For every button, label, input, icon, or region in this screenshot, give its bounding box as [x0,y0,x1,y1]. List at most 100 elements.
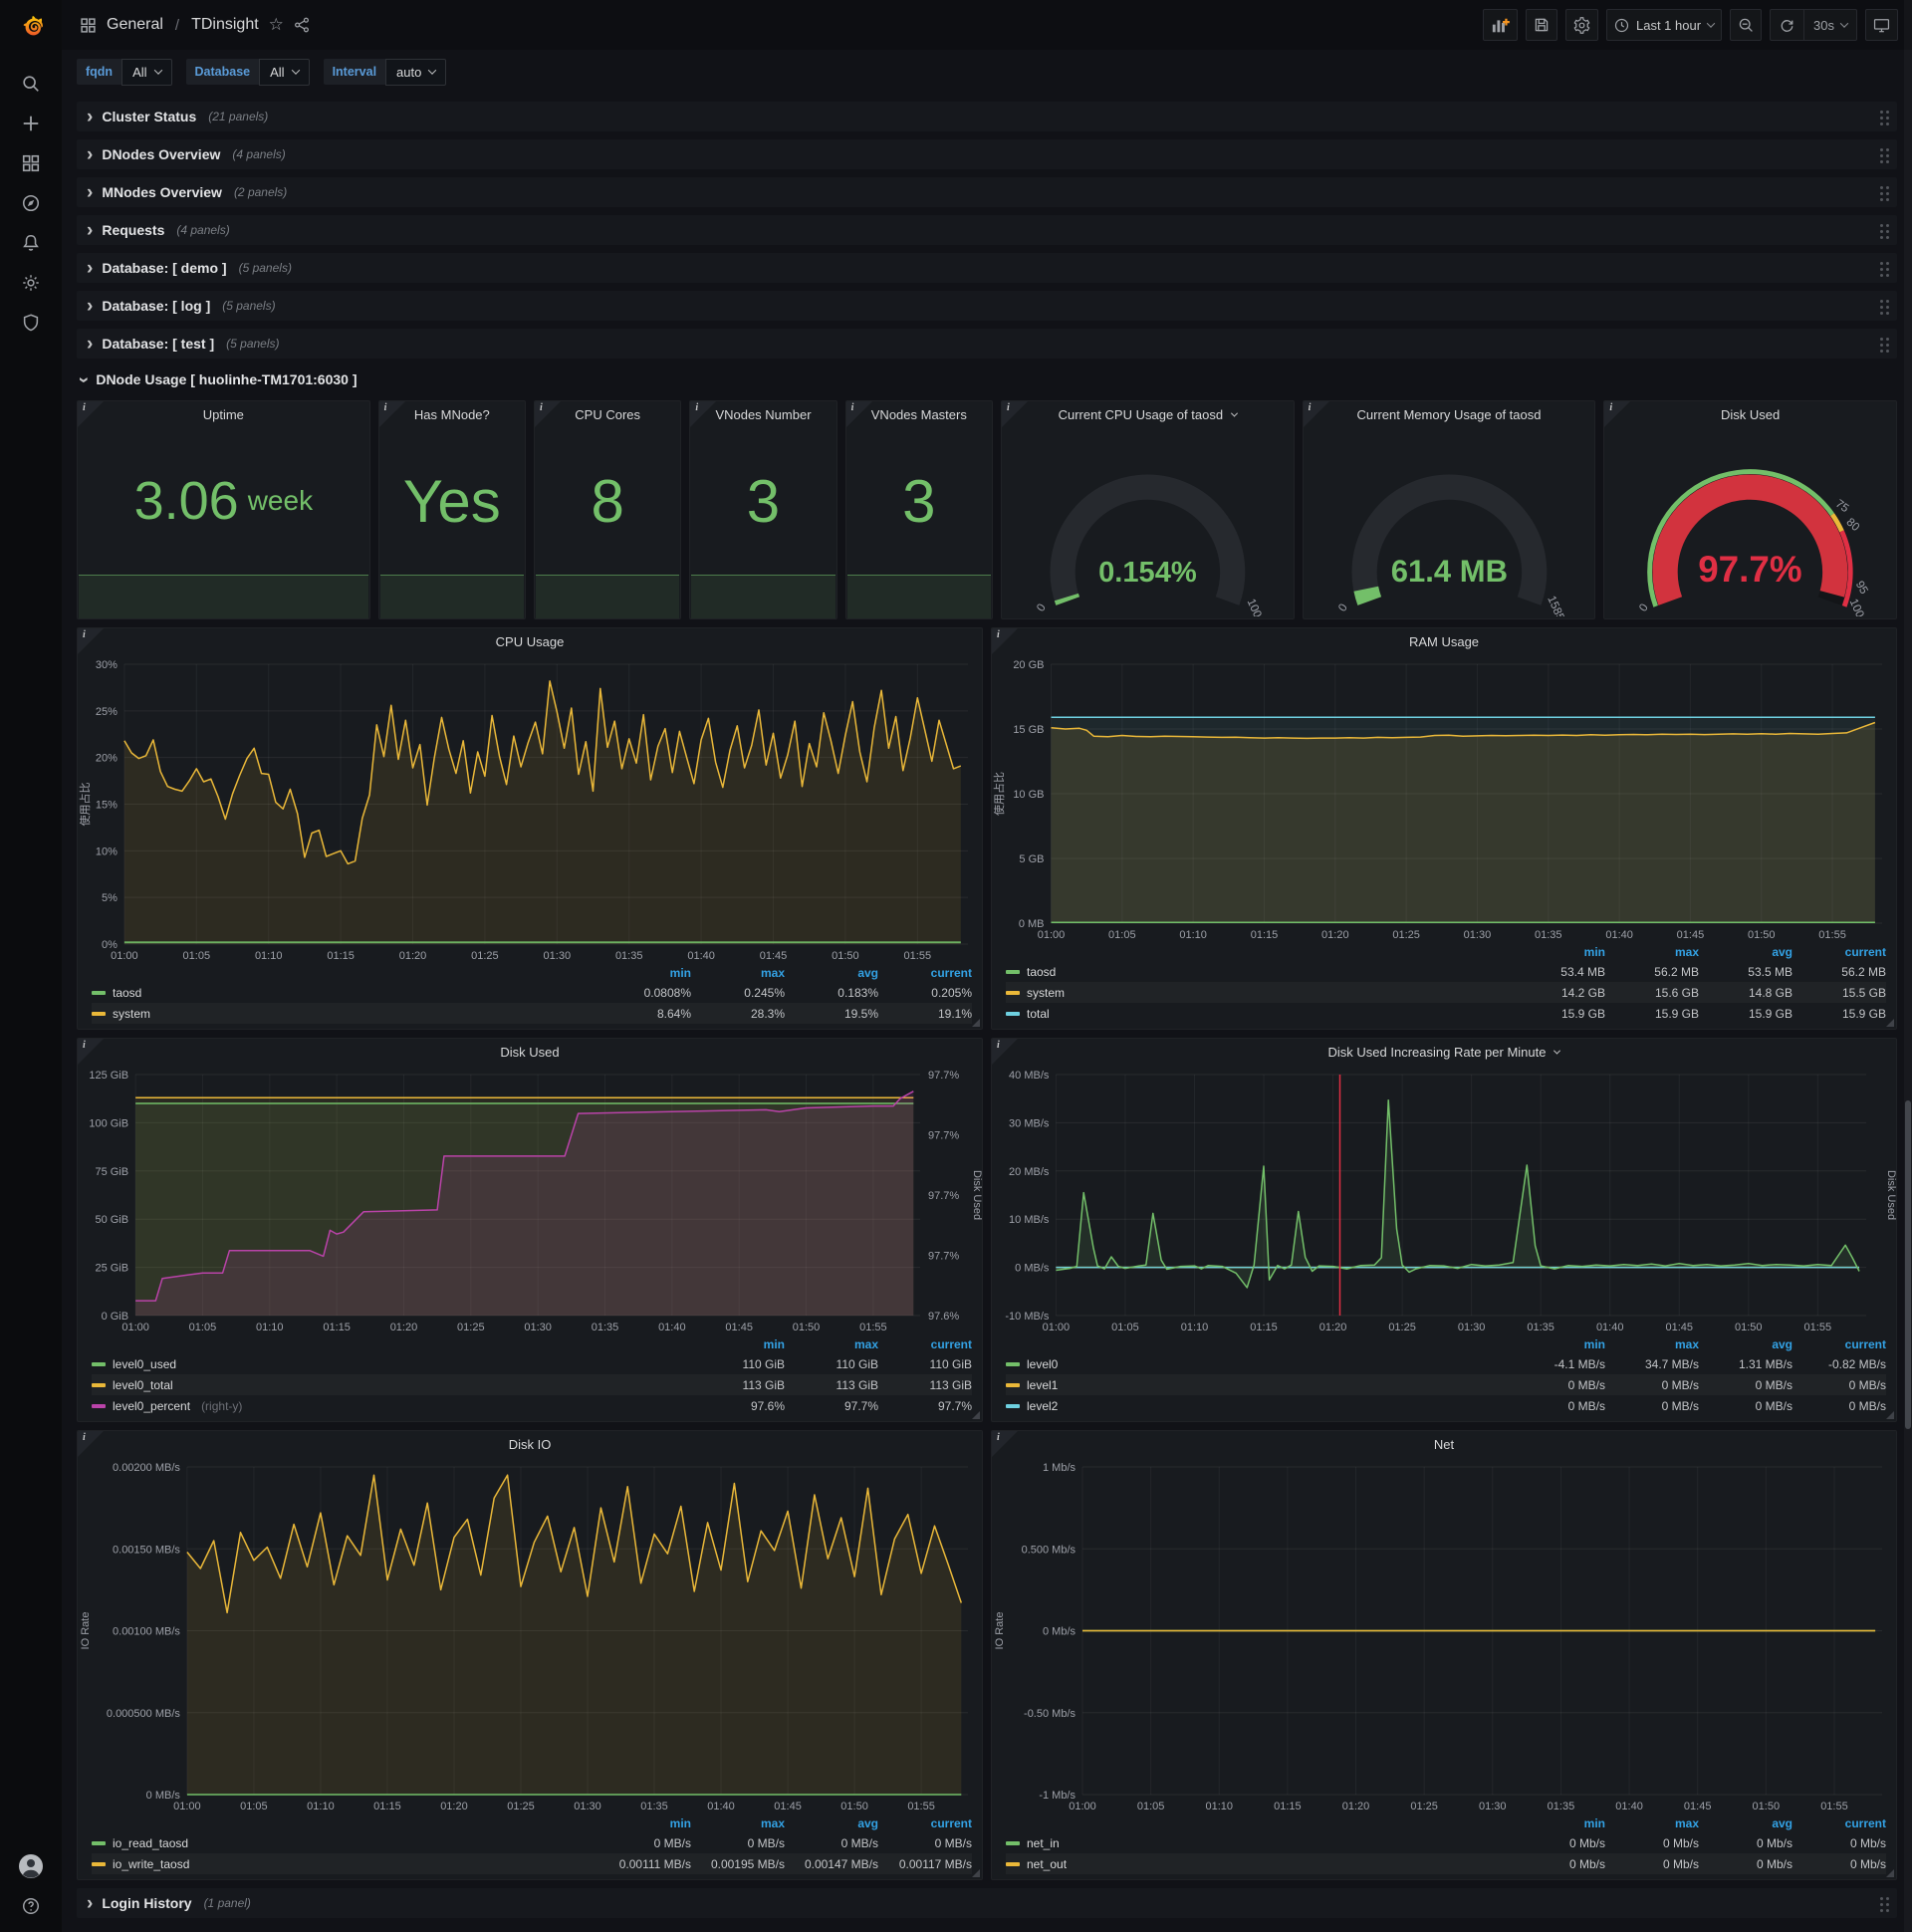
legend-column-current[interactable]: current [1792,1337,1886,1351]
panel-info-icon[interactable]: i [1604,401,1631,427]
legend-series-toggle[interactable]: io_read_taosd [92,1836,598,1850]
dashboard-row-mnodes-overview[interactable]: › MNodes Overview (2 panels) [77,177,1897,207]
legend-column-min[interactable]: min [691,1337,785,1351]
panel-title[interactable]: Disk Used Increasing Rate per Minute [992,1039,1896,1065]
grafana-logo[interactable] [9,6,53,50]
dashboard-row-requests[interactable]: › Requests (4 panels) [77,215,1897,245]
configuration-gear-icon[interactable] [8,263,54,303]
dashboard-row-database-demo[interactable]: › Database: [ demo ] (5 panels) [77,253,1897,283]
drag-handle-icon[interactable] [1880,338,1883,341]
legend-series-toggle[interactable]: level0_total [92,1378,691,1392]
panel-info-icon[interactable]: i [378,401,405,427]
legend-column-avg[interactable]: avg [785,966,878,980]
search-icon[interactable] [8,64,54,104]
drag-handle-icon[interactable] [1880,224,1883,227]
legend-column-avg[interactable]: avg [1699,1816,1792,1830]
legend-column-current[interactable]: current [1792,1816,1886,1830]
legend-column-current[interactable]: current [1792,945,1886,959]
drag-handle-icon[interactable] [1880,262,1883,265]
panel-title[interactable]: Current CPU Usage of taosd [1002,401,1294,427]
panel-info-icon[interactable]: i [1303,401,1329,427]
legend-series-toggle[interactable]: level0 [1006,1357,1512,1371]
resize-handle-icon[interactable] [1886,1019,1894,1027]
variable-value-dropdown[interactable]: auto [385,58,447,86]
panel-info-icon[interactable]: i [78,401,104,427]
panel-info-icon[interactable]: i [690,401,717,427]
variable-label[interactable]: fqdn [77,59,122,85]
legend-column-current[interactable]: current [878,966,972,980]
breadcrumb-section[interactable]: General [107,16,163,34]
legend-series-toggle[interactable]: net_out [1006,1857,1512,1871]
legend-series-toggle[interactable]: level0_used [92,1357,691,1371]
variable-label[interactable]: Interval [323,59,386,85]
zoom-out-button[interactable] [1730,9,1763,41]
drag-handle-icon[interactable] [1880,186,1883,189]
legend-series-toggle[interactable]: level2 [1006,1399,1512,1413]
legend-column-current[interactable]: current [878,1337,972,1351]
explore-compass-icon[interactable] [8,183,54,223]
legend-series-toggle[interactable]: level1 [1006,1378,1512,1392]
dashboard-row-dnodes-overview[interactable]: › DNodes Overview (4 panels) [77,139,1897,169]
cycle-view-mode-button[interactable] [1865,9,1898,41]
panel-info-icon[interactable]: i [78,1039,104,1065]
panel-info-icon[interactable]: i [1001,401,1028,427]
legend-column-avg[interactable]: avg [1699,1337,1792,1351]
panel-title[interactable]: Net [992,1431,1896,1457]
variable-value-dropdown[interactable]: All [259,58,310,86]
legend-column-current[interactable]: current [878,1816,972,1830]
panel-info-icon[interactable]: i [992,1431,1018,1457]
drag-handle-icon[interactable] [1880,300,1883,303]
legend-column-min[interactable]: min [1512,1337,1605,1351]
resize-handle-icon[interactable] [1886,1869,1894,1877]
drag-handle-icon[interactable] [1880,111,1883,114]
dashboard-row-login-history[interactable]: › Login History (1 panel) [77,1888,1897,1918]
legend-column-avg[interactable]: avg [785,1816,878,1830]
panel-title[interactable]: CPU Usage [78,628,982,654]
apps-icon[interactable] [80,17,97,34]
panel-info-icon[interactable]: i [535,401,561,427]
server-admin-shield-icon[interactable] [8,303,54,343]
variable-label[interactable]: Database [185,59,260,85]
panel-info-icon[interactable]: i [845,401,872,427]
share-icon[interactable] [294,17,310,33]
scrollbar-thumb[interactable] [1905,1100,1911,1429]
legend-column-max[interactable]: max [1605,1337,1699,1351]
panel-title[interactable]: Current Memory Usage of taosd [1304,401,1595,427]
dashboard-row-dnode-usage[interactable]: › DNode Usage [ huolinhe-TM1701:6030 ] [74,366,1897,392]
legend-column-min[interactable]: min [1512,945,1605,959]
legend-column-max[interactable]: max [785,1337,878,1351]
help-icon[interactable] [8,1886,54,1926]
panel-title[interactable]: RAM Usage [992,628,1896,654]
alerting-bell-icon[interactable] [8,223,54,263]
add-panel-button[interactable] [1482,9,1518,41]
panel-info-icon[interactable]: i [78,628,104,654]
scrollbar-track[interactable] [1904,0,1912,1932]
legend-series-toggle[interactable]: io_write_taosd [92,1857,598,1871]
legend-series-toggle[interactable]: level0_percent (right-y) [92,1399,691,1413]
variable-value-dropdown[interactable]: All [121,58,172,86]
legend-series-toggle[interactable]: net_in [1006,1836,1512,1850]
legend-series-toggle[interactable]: taosd [92,986,598,1000]
legend-column-max[interactable]: max [1605,945,1699,959]
panel-info-icon[interactable]: i [78,1431,104,1457]
drag-handle-icon[interactable] [1880,148,1883,151]
dashboards-icon[interactable] [8,143,54,183]
legend-column-min[interactable]: min [598,966,691,980]
resize-handle-icon[interactable] [972,1869,980,1877]
panel-title[interactable]: Disk Used [1604,401,1896,427]
breadcrumb-page[interactable]: TDinsight [191,16,259,34]
refresh-button[interactable] [1771,10,1803,40]
dashboard-row-database-log[interactable]: › Database: [ log ] (5 panels) [77,291,1897,321]
refresh-interval-dropdown[interactable]: 30s [1803,10,1856,40]
legend-column-avg[interactable]: avg [1699,945,1792,959]
resize-handle-icon[interactable] [972,1019,980,1027]
drag-handle-icon[interactable] [1880,1897,1883,1900]
resize-handle-icon[interactable] [972,1411,980,1419]
dashboard-row-cluster-status[interactable]: › Cluster Status (21 panels) [77,102,1897,131]
panel-info-icon[interactable]: i [992,1039,1018,1065]
legend-series-toggle[interactable]: taosd [1006,965,1512,979]
time-range-picker[interactable]: Last 1 hour [1605,9,1723,41]
panel-info-icon[interactable]: i [992,628,1018,654]
legend-column-max[interactable]: max [691,966,785,980]
legend-column-max[interactable]: max [1605,1816,1699,1830]
